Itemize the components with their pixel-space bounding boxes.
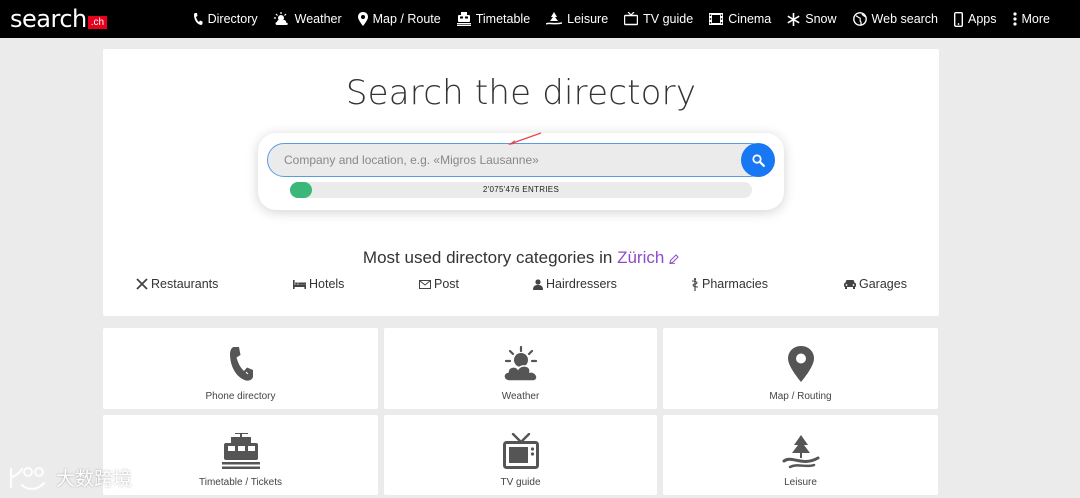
snowflake-icon <box>787 12 800 26</box>
category-label: Post <box>434 277 460 291</box>
nav-leisure[interactable]: Leisure <box>546 12 608 26</box>
nav-tv-guide[interactable]: TV guide <box>624 12 693 26</box>
nav-cinema[interactable]: Cinema <box>709 12 771 26</box>
search-icon <box>751 153 765 167</box>
leisure-icon <box>546 12 563 25</box>
nav-label: Weather <box>294 12 342 26</box>
tile-label: Map / Routing <box>769 391 832 402</box>
tile-weather[interactable]: Weather <box>384 328 657 409</box>
watermark: 大数跨境 <box>8 464 132 491</box>
page-title: Search the directory <box>345 73 697 113</box>
bed-icon <box>293 280 306 289</box>
category-hairdressers[interactable]: Hairdressers <box>533 277 617 291</box>
weather-icon <box>502 346 538 382</box>
nav-directory[interactable]: Directory <box>193 12 258 26</box>
tv-icon <box>502 433 539 469</box>
search-button[interactable] <box>741 143 775 177</box>
category-restaurants[interactable]: Restaurants <box>136 277 218 291</box>
car-icon <box>844 280 856 289</box>
edit-pencil-icon[interactable] <box>669 254 679 264</box>
category-row: Restaurants Hotels Post Hairdressers Pha… <box>103 277 939 297</box>
nav-label: More <box>1021 12 1050 26</box>
tile-tv-guide[interactable]: TV guide <box>384 415 657 495</box>
watermark-text: 大数跨境 <box>56 468 133 490</box>
nav-label: Apps <box>968 12 997 26</box>
nav-label: Leisure <box>567 12 609 26</box>
watermark-logo-icon <box>9 466 46 490</box>
top-navigation-bar: search .ch Directory Weather Map / Route… <box>0 0 1080 38</box>
search-card: Search the directory 2'075'476 ENTRIES M… <box>103 49 939 316</box>
leisure-icon <box>782 435 819 469</box>
film-icon <box>709 13 724 25</box>
globe-icon <box>852 12 867 26</box>
mobile-icon <box>954 11 964 27</box>
phone-icon <box>193 13 203 25</box>
tile-timetable-tickets[interactable]: Timetable / Tickets <box>103 415 378 495</box>
map-pin-icon <box>787 346 814 382</box>
nav-label: Directory <box>207 12 258 26</box>
category-label: Hotels <box>309 277 345 291</box>
entries-count: 2'075'476 ENTRIES <box>482 185 560 194</box>
cutlery-icon <box>136 278 148 290</box>
tile-label: Leisure <box>784 477 817 488</box>
envelope-icon <box>419 279 431 289</box>
train-icon <box>456 12 471 26</box>
nav-map-route[interactable]: Map / Route <box>357 12 441 26</box>
nav-label: Web search <box>871 12 939 26</box>
nav-weather[interactable]: Weather <box>273 12 342 26</box>
nav-label: Snow <box>805 12 837 26</box>
category-post[interactable]: Post <box>419 277 459 291</box>
tile-map-routing[interactable]: Map / Routing <box>663 328 938 409</box>
tv-icon <box>624 12 639 26</box>
caduceus-icon <box>691 277 699 291</box>
person-icon <box>533 278 543 290</box>
annotation-arrow-icon <box>508 132 542 145</box>
tile-phone-directory[interactable]: Phone directory <box>103 328 378 409</box>
category-hotels[interactable]: Hotels <box>293 277 344 291</box>
category-label: Pharmacies <box>702 277 768 291</box>
nav-web-search[interactable]: Web search <box>852 12 939 26</box>
categories-heading: Most used directory categories in Zürich <box>103 248 939 268</box>
category-pharmacies[interactable]: Pharmacies <box>691 277 768 291</box>
tile-label: Phone directory <box>205 391 276 402</box>
category-label: Garages <box>859 277 907 291</box>
logo-text: search <box>10 5 87 33</box>
logo-badge: .ch <box>87 16 108 29</box>
weather-icon <box>273 12 288 25</box>
tile-label: Timetable / Tickets <box>199 477 282 488</box>
tile-label: Weather <box>501 391 540 402</box>
nav-label: Map / Route <box>372 12 441 26</box>
category-label: Restaurants <box>151 277 219 291</box>
nav-label: Timetable <box>475 12 531 26</box>
search-input[interactable] <box>267 143 767 177</box>
nav-snow[interactable]: Snow <box>787 12 837 26</box>
nav-label: TV guide <box>643 12 694 26</box>
map-pin-icon <box>357 12 368 26</box>
categories-heading-text: Most used directory categories in <box>362 248 618 267</box>
city-link[interactable]: Zürich <box>617 248 664 267</box>
nav-more[interactable]: More <box>1012 12 1050 26</box>
nav-label: Cinema <box>728 12 772 26</box>
tile-leisure[interactable]: Leisure <box>663 415 938 495</box>
vertical-dots-icon <box>1012 12 1017 26</box>
tile-label: TV guide <box>500 477 541 488</box>
category-garages[interactable]: Garages <box>844 277 907 291</box>
nav-timetable[interactable]: Timetable <box>456 12 531 26</box>
main-nav: Directory Weather Map / Route Timetable … <box>177 0 1050 38</box>
entries-progress-bar: 2'075'476 ENTRIES <box>290 182 752 198</box>
nav-apps[interactable]: Apps <box>954 11 997 27</box>
phone-icon <box>229 347 253 381</box>
category-label: Hairdressers <box>546 277 617 291</box>
train-icon <box>221 433 260 469</box>
search-ch-logo[interactable]: search .ch <box>10 5 108 33</box>
